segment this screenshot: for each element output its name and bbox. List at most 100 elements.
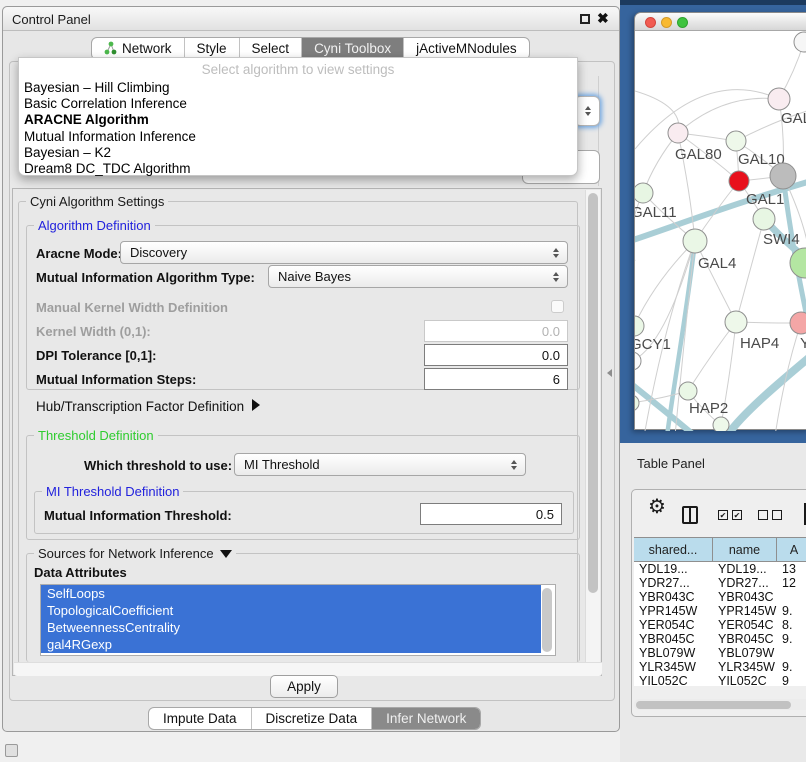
algorithm-item-basic-correlation-inference[interactable]: Basic Correlation Inference [24,96,572,112]
tab-select[interactable]: Select [239,38,302,59]
mi-type-select[interactable]: Naive Bayes [268,265,568,288]
dpi-tolerance-field[interactable]: 0.0 [424,344,568,366]
node-y-label: Y [800,335,806,352]
attribute-item-selfloops[interactable]: SelfLoops [41,585,541,602]
tab-network[interactable]: Network [92,38,184,59]
node-gray[interactable] [770,163,796,189]
network-window-titlebar[interactable] [635,13,806,31]
settings-horizontal-scroll-track[interactable] [14,662,602,676]
list-scrollbar[interactable] [542,588,552,652]
unchecked-box-icon[interactable] [758,510,768,520]
kernel-width-field[interactable]: 0.0 [424,320,568,342]
table-row[interactable]: YIL052CYIL052C9 [634,674,806,686]
scrollbar-thumb[interactable] [588,193,598,593]
bottom-tab-infer-network[interactable]: Infer Network [371,708,480,729]
columns-icon[interactable] [682,506,698,524]
attribute-item-gal4rgexp[interactable]: gal4RGexp [41,636,541,653]
aracne-mode-value: Discovery [130,245,187,260]
zoom-light-icon[interactable] [677,17,688,28]
sources-title[interactable]: Sources for Network Inference [34,546,236,561]
expand-right-icon[interactable] [252,399,260,411]
node-gcy1[interactable] [635,316,644,336]
table-card: ⚙ ✔ ✔ shared...nameA YDL19...YDL19...13Y… [631,489,806,717]
dock-panel-icon[interactable] [5,744,18,757]
bottom-tab-discretize-data[interactable]: Discretize Data [251,708,372,729]
column-header-name[interactable]: name [713,538,777,561]
node-table: shared...nameA YDL19...YDL19...13YDR27..… [634,537,806,686]
node-bottom[interactable] [713,417,729,431]
table-horizontal-scrollbar[interactable] [634,699,806,710]
node-swi4[interactable] [753,208,775,230]
table-row[interactable]: YBR045CYBR045C9. [634,632,806,646]
node-gal11[interactable] [635,183,653,203]
checked-box-icon[interactable]: ✔ [732,510,742,520]
table-row[interactable]: YLR345WYLR345W9. [634,660,806,674]
control-panel-titlebar[interactable]: Control Panel ✖ [3,7,619,31]
tab-jactivemnodules[interactable]: jActiveMNodules [403,38,529,59]
close-icon[interactable]: ✖ [597,10,609,27]
apply-button[interactable]: Apply [270,675,338,698]
node-gal10[interactable] [726,131,746,151]
attribute-item-betweennesscentrality[interactable]: BetweennessCentrality [41,619,541,636]
table-cell: YIL052C [634,674,713,686]
node-top[interactable] [794,32,806,52]
table-row[interactable]: YBL079WYBL079W [634,646,806,660]
node-gal2[interactable] [768,88,790,110]
table-cell: 9. [777,660,806,674]
attribute-item-topologicalcoefficient[interactable]: TopologicalCoefficient [41,602,541,619]
cyni-algorithm-settings-title: Cyni Algorithm Settings [26,194,168,209]
aracne-mode-select[interactable]: Discovery [120,241,568,264]
mi-threshold-field[interactable]: 0.5 [420,503,562,525]
table-row[interactable]: YPR145WYPR145W9. [634,604,806,618]
traffic-lights [645,17,688,28]
table-cell: 9 [777,674,806,686]
node-gal4[interactable] [683,229,707,253]
table-row[interactable]: YBR043CYBR043C [634,590,806,604]
data-attributes-label: Data Attributes [34,565,127,580]
bottom-tab-impute-data[interactable]: Impute Data [149,708,251,729]
which-threshold-select[interactable]: MI Threshold [234,453,526,476]
node-hap4[interactable] [725,311,747,333]
network-canvas[interactable]: GALGAL80GAL10GAL1GAL11SWI4GAL4GCY1HAP4YH… [635,31,806,431]
table-row[interactable]: YDR27...YDR27...12 [634,576,806,590]
node-gcy1-label: GCY1 [635,336,671,353]
mi-steps-label: Mutual Information Steps: [36,372,196,387]
data-attributes-list[interactable]: SelfLoopsTopologicalCoefficientBetweenne… [40,584,556,656]
desktop-top-edge [620,0,806,5]
checked-box-icon[interactable]: ✔ [718,510,728,520]
unchecked-box-icon[interactable] [772,510,782,520]
float-window-icon[interactable] [580,14,590,24]
column-header-a[interactable]: A [777,538,806,561]
node-leftbot[interactable] [635,395,639,411]
tab-cyni-toolbox[interactable]: Cyni Toolbox [301,38,403,59]
algorithm-item-bayesian-hill-climbing[interactable]: Bayesian – Hill Climbing [24,80,572,96]
algorithm-item-mutual-information-inference[interactable]: Mutual Information Inference [24,129,572,145]
hub-definition-expander[interactable]: Hub/Transcription Factor Definition [36,399,260,414]
table-row[interactable]: YDL19...YDL19...13 [634,562,806,576]
table-toolbar: ⚙ ✔ ✔ [632,490,806,537]
scrollbar-thumb[interactable] [636,701,791,709]
table-row[interactable]: YER054CYER054C8. [634,618,806,632]
node-hap2[interactable] [679,382,697,400]
column-header-shared-[interactable]: shared... [634,538,713,561]
manual-kernel-checkbox[interactable] [551,300,564,313]
close-light-icon[interactable] [645,17,656,28]
node-y[interactable] [790,312,806,334]
minimize-light-icon[interactable] [661,17,672,28]
table-cell: 12 [777,576,806,590]
node-gal1[interactable] [729,171,749,191]
node-leftmid[interactable] [635,352,641,370]
node-gal80[interactable] [668,123,688,143]
algorithm-item-dream8-dc-tdc-algorithm[interactable]: Dream8 DC_TDC Algorithm [24,161,572,177]
algorithm-item-aracne-algorithm[interactable]: ARACNE Algorithm [24,112,572,128]
collapse-down-icon[interactable] [220,550,232,558]
control-panel-title: Control Panel [12,12,91,27]
splitter-collapse-icon[interactable] [607,369,612,377]
network-window[interactable]: GALGAL80GAL10GAL1GAL11SWI4GAL4GCY1HAP4YH… [634,12,806,430]
algorithm-item-bayesian-k2[interactable]: Bayesian – K2 [24,145,572,161]
mi-steps-field[interactable]: 6 [424,368,568,390]
gear-icon[interactable]: ⚙ [648,494,666,519]
node-gal11-label: GAL11 [635,204,677,221]
tab-style[interactable]: Style [184,38,239,59]
settings-vertical-scrollbar[interactable] [585,190,600,662]
